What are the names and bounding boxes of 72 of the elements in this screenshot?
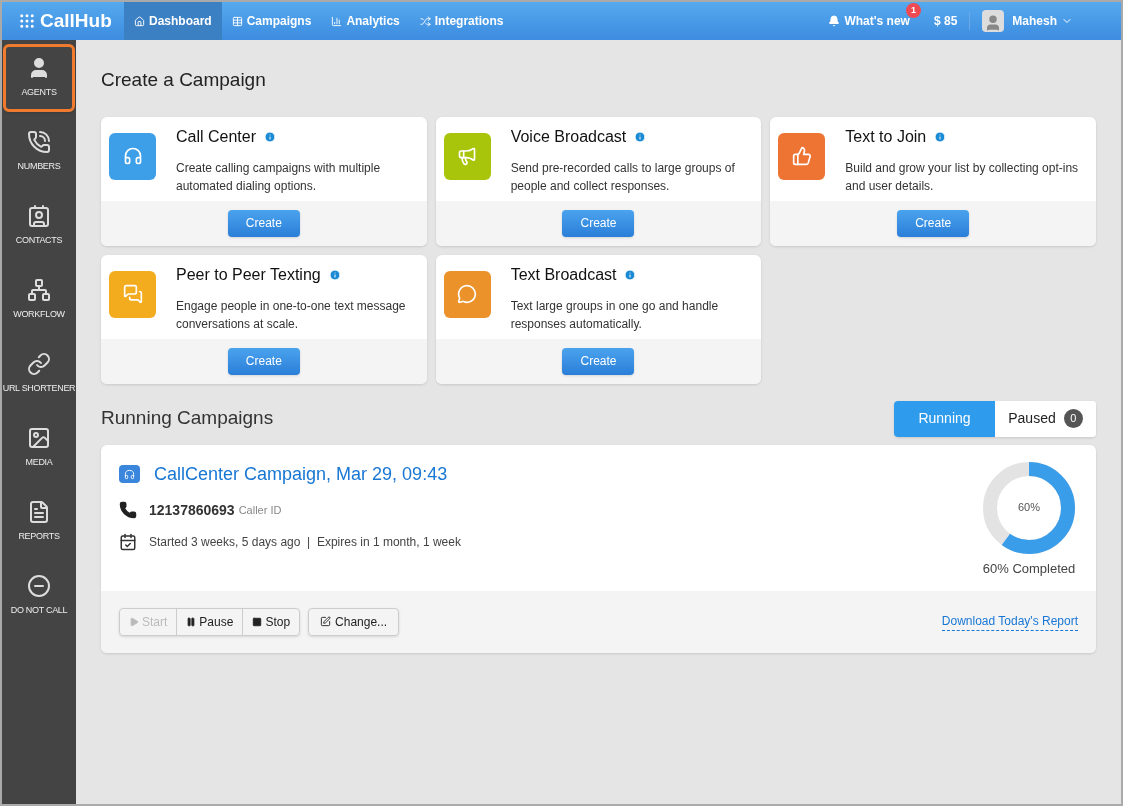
link-icon xyxy=(27,352,51,377)
minus-circle-icon xyxy=(27,574,51,599)
create-button[interactable]: Create xyxy=(227,347,300,375)
calendar-icon xyxy=(119,532,137,551)
sidebar-item[interactable]: WORKFLOW xyxy=(3,266,75,334)
campaign-action-button[interactable]: Stop xyxy=(242,608,300,635)
balance: $ 85 xyxy=(933,12,971,30)
count-badge: 0 xyxy=(1063,409,1083,428)
edit-icon xyxy=(320,616,332,627)
phone-icon xyxy=(27,130,51,155)
create-button[interactable]: Create xyxy=(562,209,635,237)
bar-chart-icon xyxy=(331,15,343,27)
network-icon xyxy=(27,278,51,303)
info-icon[interactable] xyxy=(624,268,637,281)
brand-logo[interactable]: CallHub xyxy=(40,6,112,36)
nav-tab[interactable]: Integrations xyxy=(409,2,514,40)
campaign-type-title: Text to Join xyxy=(845,126,927,147)
campaign-dates: Started 3 weeks, 5 days ago | Expires in 1 month, 1 week xyxy=(149,533,461,551)
logo-icon xyxy=(18,12,36,30)
phone-icon xyxy=(119,501,137,519)
campaign-type-title: Call Center xyxy=(176,126,257,147)
notification-badge: 1 xyxy=(905,3,921,18)
campaign-type-description: Text large groups in one go and handle responses automatically. xyxy=(510,297,720,333)
sidebar-item[interactable]: REPORTS xyxy=(3,488,75,556)
campaign-name-link[interactable]: CallCenter Campaign, Mar 29, 09:43 xyxy=(154,460,448,488)
sidebar-item[interactable]: CONTACTS xyxy=(3,192,75,260)
shuffle-icon xyxy=(419,15,431,27)
sidebar-item[interactable]: NUMBERS xyxy=(3,118,75,186)
filter-tab[interactable]: Running xyxy=(894,400,995,437)
nav-tab[interactable]: Campaigns xyxy=(221,2,322,40)
caller-id-label: Caller ID xyxy=(238,502,282,518)
campaign-action-button[interactable]: Pause xyxy=(176,608,243,635)
campaign-type-description: Build and grow your list by collecting opt-ins and user details. xyxy=(845,159,1080,195)
document-icon xyxy=(27,500,51,525)
avatar-icon xyxy=(982,10,1005,32)
nav-tab[interactable]: Dashboard xyxy=(124,2,222,40)
create-button[interactable]: Create xyxy=(897,209,970,237)
campaign-type-description: Engage people in one-to-one text message conversations at scale. xyxy=(176,297,407,333)
change-button[interactable]: Change... xyxy=(308,607,400,636)
section-title: Create a Campaign xyxy=(101,68,267,92)
download-report-link[interactable]: Download Today's Report xyxy=(941,612,1078,631)
create-button[interactable]: Create xyxy=(562,347,635,375)
house-icon xyxy=(134,15,145,27)
progress-percent: 60% xyxy=(1017,500,1041,516)
info-icon[interactable] xyxy=(264,130,277,143)
completed-label: 60% Completed xyxy=(982,559,1076,578)
info-icon[interactable] xyxy=(934,130,947,143)
info-icon[interactable] xyxy=(328,268,341,281)
play-icon xyxy=(129,616,139,627)
create-button[interactable]: Create xyxy=(227,209,300,237)
filter-tab[interactable]: Paused 0 xyxy=(995,400,1096,437)
campaign-type-description: Create calling campaigns with multiple automated dialing options. xyxy=(176,159,382,195)
grid-icon xyxy=(231,15,243,27)
stop-icon xyxy=(252,616,263,627)
campaign-type-title: Voice Broadcast xyxy=(510,126,627,147)
sidebar-item[interactable]: DO NOT CALL xyxy=(3,562,75,630)
section-title: Running Campaigns xyxy=(101,406,274,431)
nav-tab[interactable]: Analytics xyxy=(321,2,410,40)
sidebar-item[interactable]: MEDIA xyxy=(3,414,75,482)
sidebar-item[interactable]: AGENTS xyxy=(3,44,75,112)
bell-icon xyxy=(828,15,841,27)
phone-number: 12137860693 xyxy=(149,500,235,520)
headphones-icon xyxy=(119,465,140,483)
sidebar-item[interactable]: URL SHORTENER xyxy=(3,340,75,408)
campaign-type-description: Send pre-recorded calls to large groups of people and collect responses. xyxy=(510,159,736,195)
pause-icon xyxy=(186,616,197,627)
campaign-type-title: Text Broadcast xyxy=(510,264,617,285)
campaign-type-title: Peer to Peer Texting xyxy=(176,264,321,285)
image-icon xyxy=(27,426,51,451)
user-menu[interactable]: Mahesh xyxy=(1012,12,1073,30)
info-icon[interactable] xyxy=(634,130,647,143)
contact-card-icon xyxy=(27,204,51,229)
